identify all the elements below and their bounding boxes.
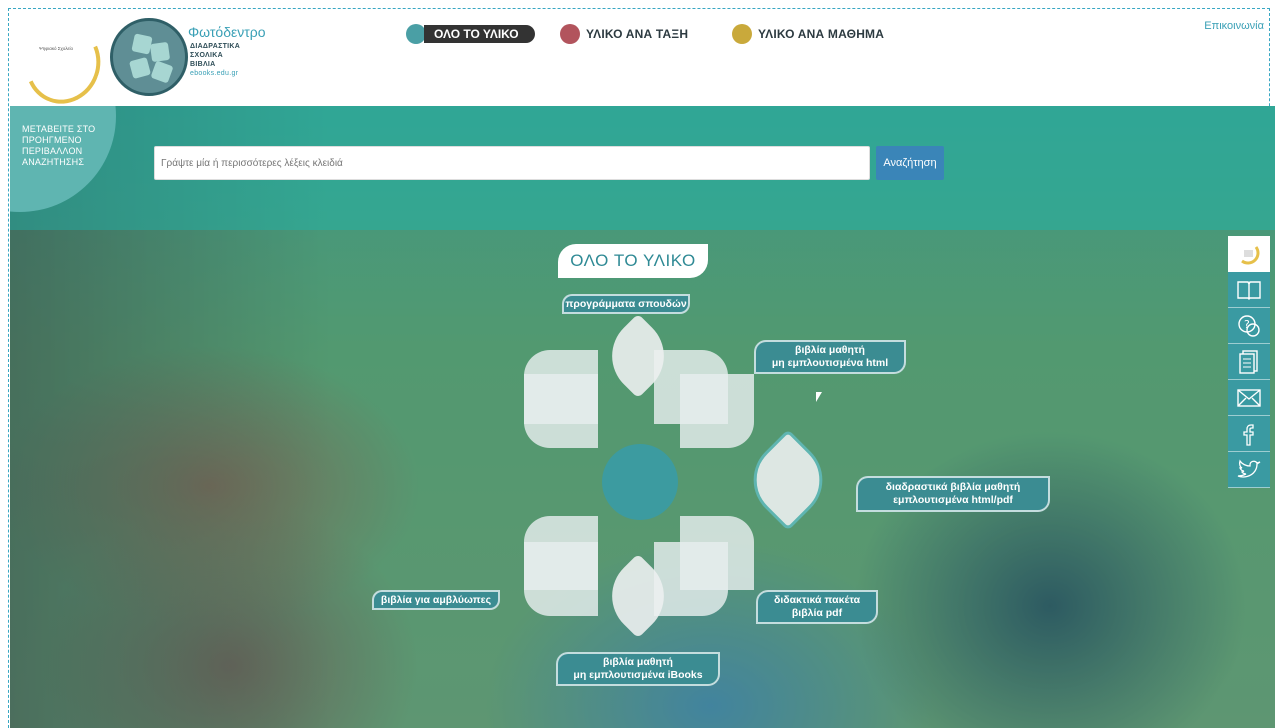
teaching-packages-label[interactable]: διδακτικά πακέτα βιβλία pdf [756,590,878,624]
ministry-logo[interactable]: Ψηφιακό Σχολείο [14,13,112,115]
contact-link[interactable]: Επικοινωνία [1204,20,1264,32]
ibooks-line2: μη εμπλουτισμένα iBooks [573,669,703,681]
interactive-books-line2: εμπλουτισμένα html/pdf [893,494,1013,506]
search-band: ΜΕΤΑΒΕΙΤΕ ΣΤΟ ΠΡΟΗΓΜΕΝΟ ΠΕΡΙΒΑΛΛΟΝ ΑΝΑΖΗ… [10,106,1275,230]
ministry-logo-text: Ψηφιακό Σχολείο [39,46,73,51]
help-icon[interactable]: ? [1228,308,1270,344]
search-button[interactable]: Αναζήτηση [876,146,944,180]
photodentro-logo[interactable]: Φωτόδεντρο ΔΙΑΔΡΑΣΤΙΚΑ ΣΧΟΛΙΚΑ ΒΙΒΛΙΑ eb… [110,16,290,106]
teaching-packages-line2: βιβλία pdf [791,607,843,619]
center-circle [602,444,678,520]
ibooks-label[interactable]: βιβλία μαθητή μη εμπλουτισμένα iBooks [556,652,720,686]
brand-line-2: ΣΧΟΛΙΚΑ [190,52,223,59]
book-icon[interactable] [1228,272,1270,308]
nav-material-by-class-label: ΥΛΙΚΟ ΑΝΑ ΤΑΞΗ [586,27,689,41]
logo-icon[interactable] [1228,236,1270,272]
student-books-html-label[interactable]: βιβλία μαθητή μη εμπλουτισμένα html [754,340,906,374]
student-books-html-line1: βιβλία μαθητή [795,344,865,356]
brand-line-3: ΒΙΒΛΙΑ [190,61,216,68]
low-vision-books-label[interactable]: βιβλία για αμβλύωπες [372,590,500,610]
nav-dot-icon [732,24,752,44]
hero-section: ΜΕΤΑΒΕΙΤΕ ΣΤΟ ΠΡΟΗΓΜΕΝΟ ΠΕΡΙΒΑΛΛΟΝ ΑΝΑΖΗ… [10,106,1275,728]
decor-petal [524,542,598,616]
brand-subtitle: ΔΙΑΔΡΑΣΤΙΚΑ ΣΧΟΛΙΚΑ ΒΙΒΛΙΑ ebooks.edu.gr [190,42,240,78]
interactive-books-label[interactable]: διαδραστικά βιβλία μαθητή εμπλουτισμένα … [856,476,1050,512]
nav-all-material-label: ΟΛΟ ΤΟ ΥΛΙΚΟ [424,25,535,43]
ibooks-line1: βιβλία μαθητή [603,656,673,668]
side-toolbar: ? [1228,236,1270,488]
search-input[interactable] [154,146,870,180]
brand-line-1: ΔΙΑΔΡΑΣΤΙΚΑ [190,43,241,50]
teaching-packages-line1: διδακτικά πακέτα [773,594,861,606]
document-icon[interactable] [1228,344,1270,380]
site-header: Ψηφιακό Σχολείο Φωτόδεντρο ΔΙΑΔΡΑΣΤΙΚΑ Σ… [10,10,1272,115]
svg-text:?: ? [1244,318,1250,331]
decor-petal [524,374,598,448]
interactive-books-line1: διαδραστικά βιβλία μαθητή [885,481,1021,493]
brand-url: ebooks.edu.gr [190,70,239,77]
nav-dot-icon [406,24,426,44]
advanced-search-text[interactable]: ΜΕΤΑΒΕΙΤΕ ΣΤΟ ΠΡΟΗΓΜΕΝΟ ΠΕΡΙΒΑΛΛΟΝ ΑΝΑΖΗ… [22,124,112,168]
nav-dot-icon [560,24,580,44]
mail-icon[interactable] [1228,380,1270,416]
nav-material-by-subject-label: ΥΛΙΚΟ ΑΝΑ ΜΑΘΗΜΑ [758,27,885,41]
curricula-label[interactable]: προγράμματα σπουδών [562,294,690,314]
student-books-html-line2: μη εμπλουτισμένα html [771,357,889,369]
facebook-icon[interactable] [1228,416,1270,452]
nav-all-material[interactable]: ΟΛΟ ΤΟ ΥΛΙΚΟ [406,24,543,44]
brand-name: Φωτόδεντρο [188,24,266,40]
nav-material-by-class[interactable]: ΥΛΙΚΟ ΑΝΑ ΤΑΞΗ [560,24,688,44]
mouse-cursor-icon [816,392,822,402]
twitter-icon[interactable] [1228,452,1270,488]
photodentro-logo-icon [110,18,188,96]
nav-material-by-subject[interactable]: ΥΛΙΚΟ ΑΝΑ ΜΑΘΗΜΑ [732,24,884,44]
section-title: ΟΛΟ ΤΟ ΥΛΙΚΟ [558,244,708,278]
decor-petal [680,374,754,448]
logo-ring-icon [14,13,112,115]
decor-petal [654,542,728,616]
